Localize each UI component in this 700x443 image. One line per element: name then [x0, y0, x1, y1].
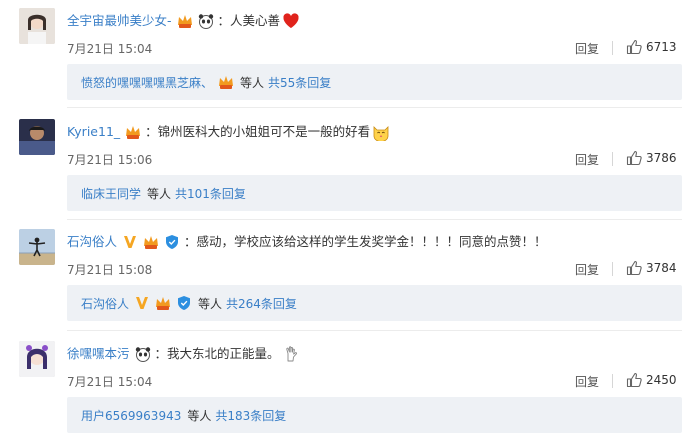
reply-preview-users[interactable]: 愤怒的嘿嘿嘿嘿黑芝麻、: [81, 74, 213, 91]
reply-button[interactable]: 回复: [575, 261, 599, 278]
separator: [612, 374, 613, 388]
reply-preview-users[interactable]: 石沟俗人: [81, 295, 129, 312]
reply-preview-etc: 等人: [147, 186, 172, 201]
comment-text: ：感动，学校应该给这样的学生发奖学金！！！！同意的点赞！！: [184, 234, 547, 249]
reply-preview[interactable]: 临床王同学 等人 共101条回复: [67, 175, 682, 211]
like-button[interactable]: 3784: [626, 259, 677, 277]
reply-preview[interactable]: 石沟俗人 等人 共264条回复: [67, 285, 682, 321]
separator: [612, 152, 613, 166]
thumbs-up-icon: [626, 372, 642, 388]
like-button[interactable]: 6713: [626, 38, 677, 56]
member-crown-icon: [154, 295, 172, 311]
reply-button[interactable]: 回复: [575, 151, 599, 168]
verified-v-icon: [133, 295, 151, 311]
member-crown-icon[interactable]: [124, 124, 142, 140]
reply-preview-users[interactable]: 临床王同学: [81, 185, 141, 202]
separator: [612, 262, 613, 276]
thumbs-up-icon: [626, 39, 642, 55]
member-crown-icon: [217, 74, 235, 90]
member-crown-icon[interactable]: [176, 13, 194, 29]
reply-preview-etc: 等人: [198, 296, 223, 311]
reply-preview-users[interactable]: 用户6569963943: [81, 407, 181, 424]
like-button[interactable]: 2450: [626, 371, 677, 389]
like-count: 3786: [646, 151, 677, 165]
reply-preview-etc: 等人: [187, 408, 212, 423]
divider: [67, 330, 682, 331]
panda-icon: [197, 13, 215, 29]
avatar[interactable]: [19, 229, 55, 265]
comment-timestamp: 7月21日 15:06: [67, 153, 153, 167]
avatar[interactable]: [19, 8, 55, 44]
reply-button[interactable]: 回复: [575, 40, 599, 57]
member-crown-icon[interactable]: [142, 234, 160, 250]
like-count: 3784: [646, 261, 677, 275]
comment-text: ：锦州医科大的小姐姐可不是一般的好看: [145, 124, 371, 139]
heart-icon: [282, 12, 300, 30]
cat-face-icon: [372, 123, 390, 141]
thumbs-up-icon: [626, 150, 642, 166]
divider: [67, 107, 682, 108]
comment-username[interactable]: 石沟俗人: [67, 232, 117, 252]
reply-button[interactable]: 回复: [575, 373, 599, 390]
reply-preview[interactable]: 愤怒的嘿嘿嘿嘿黑芝麻、 等人 共55条回复: [67, 64, 682, 100]
panda-icon: [134, 346, 152, 362]
reply-total-link[interactable]: 共183条回复: [215, 407, 286, 424]
reply-total-link[interactable]: 共101条回复: [175, 185, 246, 202]
reply-preview-etc: 等人: [240, 75, 265, 90]
reply-total-link[interactable]: 共264条回复: [226, 295, 297, 312]
comment-timestamp: 7月21日 15:04: [67, 42, 153, 56]
verified-v-icon[interactable]: [121, 234, 139, 250]
reply-preview[interactable]: 用户6569963943 等人 共183条回复: [67, 397, 682, 433]
thumbs-up-icon: [626, 260, 642, 276]
like-count: 2450: [646, 373, 677, 387]
comment-text: ：人美心善: [217, 13, 281, 28]
shield-icon[interactable]: [163, 234, 181, 250]
comment-username[interactable]: 全宇宙最帅美少女-: [67, 11, 172, 31]
comment-timestamp: 7月21日 15:08: [67, 263, 153, 277]
like-button[interactable]: 3786: [626, 149, 677, 167]
avatar[interactable]: [19, 119, 55, 155]
shield-icon: [175, 295, 193, 311]
divider: [67, 219, 682, 220]
hand-gesture-icon: [282, 345, 300, 363]
comment-text: ：我大东北的正能量。: [154, 346, 280, 361]
avatar[interactable]: [19, 341, 55, 377]
separator: [612, 41, 613, 55]
comment-username[interactable]: Kyrie11_: [67, 122, 120, 142]
reply-total-link[interactable]: 共55条回复: [268, 74, 331, 91]
comment-timestamp: 7月21日 15:04: [67, 375, 153, 389]
comment-username[interactable]: 徐嘿嘿本污: [67, 344, 130, 364]
like-count: 6713: [646, 40, 677, 54]
